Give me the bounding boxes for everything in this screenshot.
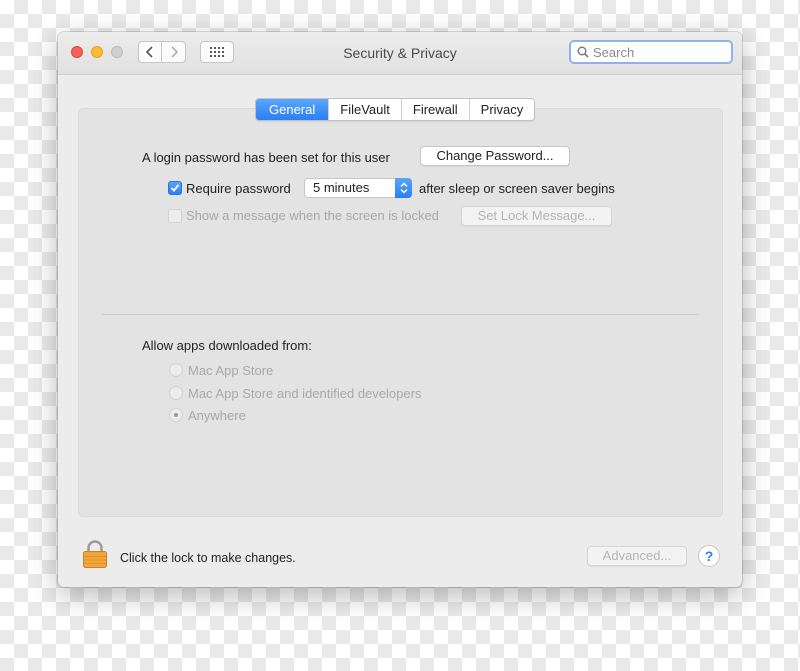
show-message-label: Show a message when the screen is locked — [186, 208, 439, 223]
change-password-button[interactable]: Change Password... — [420, 146, 570, 166]
allow-apps-heading: Allow apps downloaded from: — [142, 338, 312, 353]
radio-anywhere-label: Anywhere — [188, 408, 246, 423]
lock-instructions-text: Click the lock to make changes. — [120, 551, 296, 565]
lock-icon[interactable] — [82, 539, 108, 569]
section-divider — [102, 314, 699, 315]
tab-firewall[interactable]: Firewall — [400, 99, 469, 120]
search-input[interactable] — [593, 44, 723, 60]
tab-privacy[interactable]: Privacy — [468, 99, 535, 120]
general-panel — [78, 108, 723, 517]
search-icon — [577, 46, 589, 58]
popup-arrows-icon — [395, 178, 412, 198]
require-password-suffix: after sleep or screen saver begins — [419, 181, 615, 196]
tab-bar: General FileVault Firewall Privacy — [255, 98, 536, 121]
password-delay-value: 5 minutes — [313, 180, 370, 195]
search-field[interactable] — [569, 40, 733, 64]
checkmark-icon — [170, 184, 180, 192]
login-password-text: A login password has been set for this u… — [142, 150, 390, 165]
radio-anywhere[interactable] — [169, 408, 183, 422]
radio-identified-developers-label: Mac App Store and identified developers — [188, 386, 422, 401]
radio-mac-app-store-label: Mac App Store — [188, 363, 274, 378]
radio-identified-developers[interactable] — [169, 386, 183, 400]
title-bar: Security & Privacy — [58, 32, 742, 75]
radio-mac-app-store[interactable] — [169, 363, 183, 377]
security-privacy-window: Security & Privacy General FileVault Fir… — [58, 32, 742, 587]
radio-selected-dot — [174, 413, 178, 417]
tab-general[interactable]: General — [256, 99, 329, 120]
advanced-button[interactable]: Advanced... — [587, 546, 687, 566]
set-lock-message-button[interactable]: Set Lock Message... — [461, 206, 612, 226]
help-button[interactable]: ? — [698, 545, 720, 567]
tab-filevault[interactable]: FileVault — [328, 99, 401, 120]
password-delay-select[interactable]: 5 minutes — [304, 178, 412, 198]
require-password-label: Require password — [186, 181, 291, 196]
require-password-checkbox[interactable] — [168, 181, 182, 195]
show-message-checkbox[interactable] — [168, 209, 182, 223]
